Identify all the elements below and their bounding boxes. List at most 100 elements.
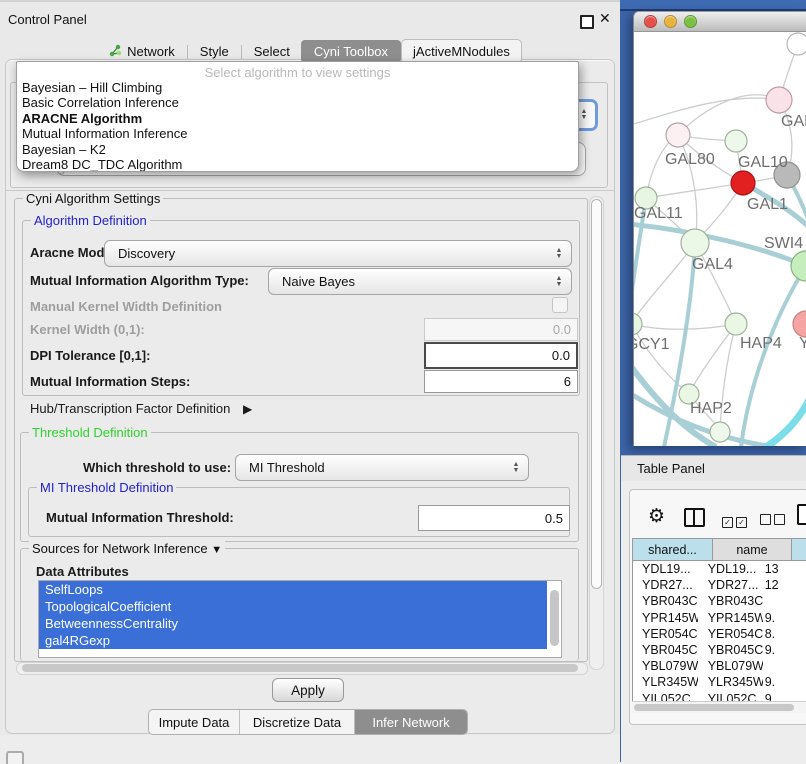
node-label-gal: GAL xyxy=(781,113,806,130)
node-label-gal80: GAL80 xyxy=(665,151,715,168)
table-row[interactable]: YDL19...YDL19...13 xyxy=(633,561,806,577)
dpi-tolerance-field[interactable]: 0.0 xyxy=(424,342,578,369)
disclosure-down-arrow-icon: ▼ xyxy=(211,544,222,556)
settings-horizontal-scrollbar[interactable] xyxy=(16,662,588,675)
hub-definition-disclosure[interactable]: Hub/Transcription Factor Definition ▶ xyxy=(30,401,252,416)
algorithm-popup-placeholder: Select algorithm to view settings xyxy=(17,62,578,80)
float-window-icon[interactable] xyxy=(580,15,594,29)
table-cell: YDR27... xyxy=(633,577,698,593)
table-cell: 13 xyxy=(763,561,806,577)
apply-button[interactable]: Apply xyxy=(272,678,344,702)
tab-style[interactable]: Style xyxy=(189,40,240,63)
algorithm-option[interactable]: ARACNE Algorithm xyxy=(17,111,578,126)
cyni-settings-group-title: Cyni Algorithm Settings xyxy=(23,191,163,206)
node-green[interactable] xyxy=(725,130,747,152)
list-scrollbar-thumb[interactable] xyxy=(550,590,559,646)
node-gal-pink[interactable] xyxy=(766,87,792,113)
table-cell: 9. xyxy=(763,674,806,690)
hub-definition-label: Hub/Transcription Factor Definition xyxy=(30,401,230,416)
node-salmon[interactable] xyxy=(793,311,806,337)
node-gal80[interactable] xyxy=(666,123,690,147)
network-window-titlebar[interactable] xyxy=(634,12,806,32)
tab-select[interactable]: Select xyxy=(243,40,301,63)
table-cell: YER054C xyxy=(698,626,763,642)
kernel-width-field[interactable]: 0.0 xyxy=(424,318,578,341)
table-horizontal-scrollbar-thumb[interactable] xyxy=(634,704,794,711)
column-layout-icon[interactable] xyxy=(684,508,705,527)
close-traffic-light[interactable] xyxy=(644,15,657,28)
new-file-icon[interactable] xyxy=(797,504,806,525)
combo-spinner-icon: ▲▼ xyxy=(551,276,567,288)
column-header-name[interactable]: name xyxy=(713,539,792,561)
node-gcy1[interactable] xyxy=(634,313,642,335)
table-row[interactable]: YBR043CYBR043C xyxy=(633,593,806,609)
table-cell: YPR145W xyxy=(698,610,763,626)
zoom-traffic-light[interactable] xyxy=(684,15,697,28)
table-cell: YDL19... xyxy=(633,561,698,577)
tab-impute-data[interactable]: Impute Data xyxy=(149,710,240,734)
settings-vertical-scrollbar-thumb[interactable] xyxy=(591,199,602,589)
table-row[interactable]: YBL079WYBL079W xyxy=(633,658,806,674)
node-swi4[interactable] xyxy=(791,251,806,281)
node-hap4[interactable] xyxy=(725,313,747,335)
aracne-mode-combo[interactable]: Discovery ▲▼ xyxy=(104,240,572,267)
table-cell: 9. xyxy=(763,642,806,658)
select-all-icon[interactable]: ✓✓ xyxy=(722,512,750,530)
sources-group-title[interactable]: Sources for Network Inference ▼ xyxy=(29,541,225,556)
tab-discretize-data[interactable]: Discretize Data xyxy=(240,710,355,734)
data-attribute-item[interactable]: BetweennessCentrality xyxy=(39,615,547,632)
data-attribute-item[interactable]: SelfLoops xyxy=(39,581,547,598)
combo-spinner-icon: ▲▼ xyxy=(508,462,524,474)
table-row[interactable]: YPR145WYPR145W9. xyxy=(633,610,806,626)
node[interactable] xyxy=(710,422,730,442)
data-attribute-item[interactable]: TopologicalCoefficient xyxy=(39,598,547,615)
algorithm-option[interactable]: Bayesian – Hill Climbing xyxy=(17,80,578,95)
mi-algorithm-type-combo[interactable]: Naive Bayes ▲▼ xyxy=(268,268,572,295)
tab-label: Style xyxy=(200,44,229,59)
mi-threshold-field[interactable]: 0.5 xyxy=(418,505,570,531)
settings-horizontal-scrollbar-thumb[interactable] xyxy=(22,664,578,672)
node-gal4[interactable] xyxy=(681,229,709,257)
algorithm-option[interactable]: Basic Correlation Inference xyxy=(17,95,578,110)
which-threshold-combo[interactable]: MI Threshold ▲▼ xyxy=(235,454,529,481)
table-row[interactable]: YLR345WYLR345W9. xyxy=(633,674,806,690)
node-red[interactable] xyxy=(731,171,755,195)
column-header-shared[interactable]: shared... xyxy=(633,539,713,561)
data-attributes-list[interactable]: SelfLoopsTopologicalCoefficientBetweenne… xyxy=(38,580,562,658)
threshold-definition-title: Threshold Definition xyxy=(29,425,151,440)
table-row[interactable]: YER054CYER054C8. xyxy=(633,626,806,642)
algorithm-definition-title: Algorithm Definition xyxy=(31,213,150,228)
node[interactable] xyxy=(787,33,806,55)
table-horizontal-scrollbar[interactable] xyxy=(632,701,806,713)
table-cell: YBR043C xyxy=(698,593,763,609)
settings-vertical-scrollbar[interactable] xyxy=(589,196,604,670)
mi-algorithm-type-value: Naive Bayes xyxy=(269,274,551,289)
table-cell: YLR345W xyxy=(698,674,763,690)
algorithm-option[interactable]: Mutual Information Inference xyxy=(17,126,578,141)
table-panel-title: Table Panel xyxy=(637,461,705,476)
algorithm-option[interactable]: Bayesian – K2 xyxy=(17,142,578,157)
mi-threshold-label: Mutual Information Threshold: xyxy=(46,510,234,525)
mi-steps-field[interactable]: 6 xyxy=(424,370,578,393)
data-attribute-item[interactable]: gal4RGexp xyxy=(39,632,547,649)
which-threshold-value: MI Threshold xyxy=(236,460,508,475)
manual-kernel-width-label: Manual Kernel Width Definition xyxy=(30,299,222,314)
tab-network[interactable]: Network xyxy=(98,40,186,64)
table-cell: YDR27... xyxy=(698,577,763,593)
manual-kernel-width-checkbox[interactable] xyxy=(552,297,568,313)
table-cell: YLR345W xyxy=(633,674,698,690)
collapsed-panel-icon[interactable] xyxy=(6,751,24,764)
algorithm-option[interactable]: Dream8 DC_TDC Algorithm xyxy=(17,157,578,172)
table-row[interactable]: YDR27...YDR27...12 xyxy=(633,577,806,593)
gear-icon[interactable]: ⚙ xyxy=(648,505,665,528)
network-edge xyxy=(634,243,695,324)
tab-infer-network[interactable]: Infer Network xyxy=(355,710,467,734)
network-canvas[interactable]: GALGAL80GAL10GAL1GAL11SWI4GAL4GCY1HAP4YH… xyxy=(634,32,806,446)
column-header-A[interactable]: A xyxy=(792,539,806,561)
close-icon[interactable]: ✕ xyxy=(599,10,611,27)
deselect-all-icon[interactable] xyxy=(760,512,788,530)
node-table[interactable]: shared...nameAYDL19...YDL19...13YDR27...… xyxy=(632,538,806,703)
minimize-traffic-light[interactable] xyxy=(664,15,677,28)
tab-cyni-toolbox[interactable]: Cyni Toolbox xyxy=(301,40,401,63)
table-row[interactable]: YBR045CYBR045C9. xyxy=(633,642,806,658)
